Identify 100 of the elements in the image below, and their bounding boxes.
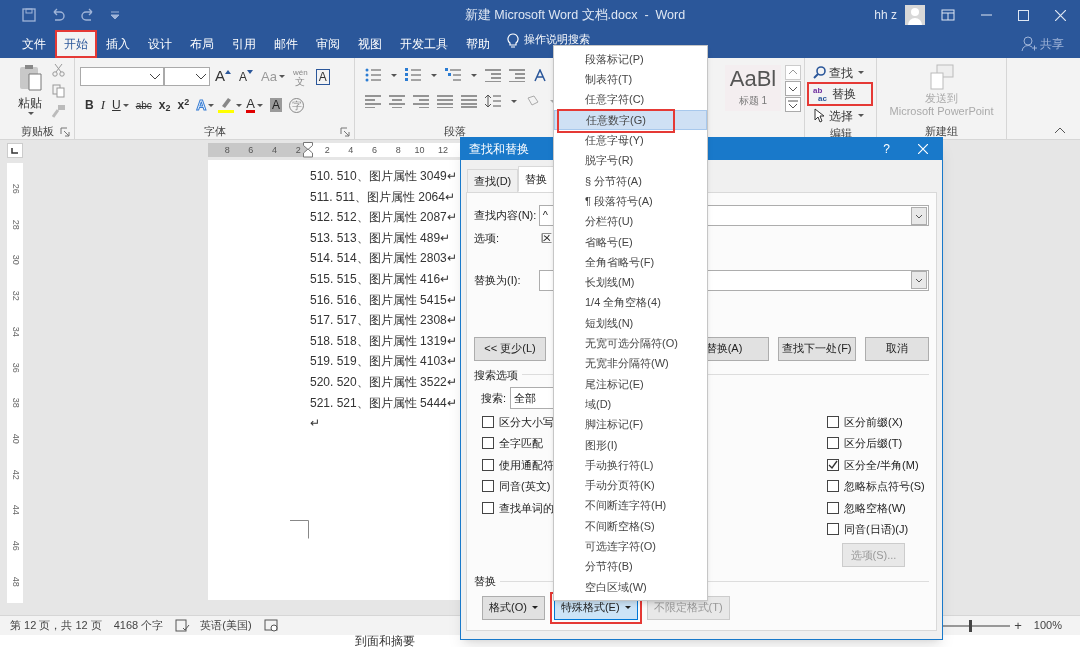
caret-icon[interactable] (278, 75, 285, 78)
tell-me-search[interactable]: 操作说明搜索 (524, 33, 590, 46)
checkbox[interactable] (482, 501, 494, 514)
lightbulb-icon[interactable] (507, 33, 519, 48)
zoom-level[interactable]: 100% (1033, 617, 1062, 634)
menu-item[interactable]: 段落标记(P) (554, 49, 707, 70)
ribbon-tab[interactable]: 布局 (181, 30, 223, 58)
ribbon-display-icon[interactable] (941, 9, 955, 21)
ribbon-tab[interactable]: 帮助 (457, 30, 499, 58)
less-button[interactable]: << 更少(L) (474, 336, 546, 361)
caret-icon[interactable] (236, 103, 243, 107)
menu-item[interactable]: 制表符(T) (554, 69, 707, 90)
find-button[interactable]: 查找 (809, 63, 871, 82)
paste-button[interactable]: 粘贴 (18, 94, 42, 112)
checkbox[interactable] (827, 501, 839, 514)
caret-icon[interactable] (858, 114, 864, 117)
numbered-list-icon[interactable] (405, 68, 421, 82)
align-right-icon[interactable] (413, 94, 429, 108)
line-spacing-icon[interactable] (485, 94, 501, 108)
ribbon-tab[interactable]: 审阅 (307, 30, 349, 58)
ribbon-tab[interactable]: 设计 (139, 30, 181, 58)
caret-icon[interactable] (624, 606, 631, 609)
multilevel-list-icon[interactable] (445, 68, 461, 82)
menu-item[interactable]: 手动分页符(K) (554, 475, 707, 496)
collapse-ribbon-icon[interactable] (1054, 127, 1066, 134)
menu-item[interactable]: 不间断空格(S) (554, 515, 707, 537)
ribbon-tab[interactable]: 邮件 (265, 30, 307, 58)
dialog-launcher-icon[interactable] (60, 127, 70, 137)
find-next-button[interactable]: 查找下一处(F) (778, 336, 856, 361)
dialog-tab[interactable]: 查找(D) (467, 169, 519, 192)
format-button[interactable]: 格式(O) (482, 595, 545, 620)
menu-item[interactable]: 空白区域(W) (554, 576, 707, 597)
share-button[interactable]: 共享 (1040, 35, 1064, 53)
proofing-icon[interactable] (175, 619, 191, 632)
menu-item[interactable]: 任意字母(Y) (554, 130, 707, 151)
ribbon-tab[interactable]: 引用 (223, 30, 265, 58)
page-count[interactable]: 第 12 页，共 12 页 (10, 617, 102, 634)
language-indicator[interactable]: 英语(美国) (200, 617, 252, 634)
ribbon-tab[interactable]: 视图 (349, 30, 391, 58)
chevron-icon[interactable] (196, 73, 206, 80)
gallery-more-icon[interactable] (785, 97, 801, 112)
chevron-icon[interactable] (150, 73, 160, 80)
font-tool-button[interactable]: abc (132, 96, 155, 114)
menu-item[interactable]: 分节符(B) (554, 556, 707, 577)
menu-item[interactable]: 脚注标记(F) (554, 414, 707, 435)
checkbox[interactable] (827, 523, 839, 536)
menu-item[interactable]: § 分节符(A) (554, 170, 707, 192)
caret-icon[interactable] (511, 99, 517, 103)
checkbox[interactable] (827, 458, 839, 471)
zoom-in-button[interactable]: + (1014, 615, 1022, 636)
ribbon-tab[interactable]: 开始 (55, 30, 97, 58)
select-button[interactable]: 选择 (809, 106, 871, 125)
menu-item[interactable]: 可选连字符(O) (554, 536, 707, 557)
caret-icon[interactable] (431, 73, 437, 77)
word-count[interactable]: 4168 个字 (113, 617, 164, 634)
align-center-icon[interactable] (389, 94, 405, 108)
bullet-list-icon[interactable] (365, 68, 381, 82)
cancel-button[interactable]: 取消 (865, 336, 929, 361)
scroll-down-icon[interactable] (785, 81, 801, 96)
caret-icon[interactable] (471, 73, 477, 77)
maximize-icon[interactable] (1018, 9, 1029, 21)
close-icon[interactable] (1055, 9, 1066, 21)
menu-item[interactable]: 不间断连字符(H) (554, 495, 707, 516)
distribute-icon[interactable] (461, 94, 477, 108)
caret-icon[interactable] (531, 606, 538, 609)
font-tool-button[interactable]: A (212, 67, 234, 86)
font-tool-button[interactable]: A (236, 67, 257, 86)
menu-item[interactable]: 脱字号(R) (554, 150, 707, 171)
help-button[interactable]: ? (883, 140, 890, 158)
paste-icon[interactable] (18, 64, 42, 91)
checkbox[interactable] (482, 480, 494, 493)
menu-item[interactable]: 全角省略号(F) (554, 251, 707, 273)
tab-stop-icon[interactable] (11, 147, 19, 154)
menu-item[interactable]: 省略号(E) (554, 231, 707, 252)
caret-icon[interactable] (28, 112, 34, 115)
menu-item[interactable]: 图形(I) (554, 434, 707, 455)
checkbox[interactable] (482, 458, 494, 471)
style-gallery-item[interactable]: AaBl 标题 1 (725, 65, 781, 111)
macro-recording-icon[interactable] (263, 619, 278, 632)
tab-selector[interactable] (7, 143, 23, 158)
checkbox[interactable] (827, 415, 839, 428)
caret-icon[interactable] (208, 103, 215, 107)
menu-item[interactable]: 任意数字(G) (554, 109, 707, 131)
checkbox[interactable] (827, 437, 839, 450)
menu-item[interactable]: 手动换行符(L) (554, 454, 707, 476)
checkbox[interactable] (482, 415, 494, 428)
ribbon-tab[interactable]: 文件 (13, 30, 55, 58)
replace-button[interactable]: ab ac 替换 (809, 84, 871, 104)
font-tool-button[interactable]: B (82, 96, 97, 114)
asian-layout-icon[interactable] (533, 68, 547, 82)
checkbox[interactable] (482, 437, 494, 450)
align-left-icon[interactable] (365, 94, 381, 108)
caret-icon[interactable] (858, 71, 864, 74)
menu-item[interactable]: 任意字符(C) (554, 89, 707, 110)
font-tool-button[interactable]: U (109, 96, 132, 114)
decrease-indent-icon[interactable] (485, 68, 501, 82)
menu-item[interactable]: 1/4 全角空格(4) (554, 292, 707, 313)
checkbox[interactable] (827, 480, 839, 493)
caret-icon[interactable] (122, 103, 129, 107)
search-icon[interactable] (813, 66, 826, 79)
